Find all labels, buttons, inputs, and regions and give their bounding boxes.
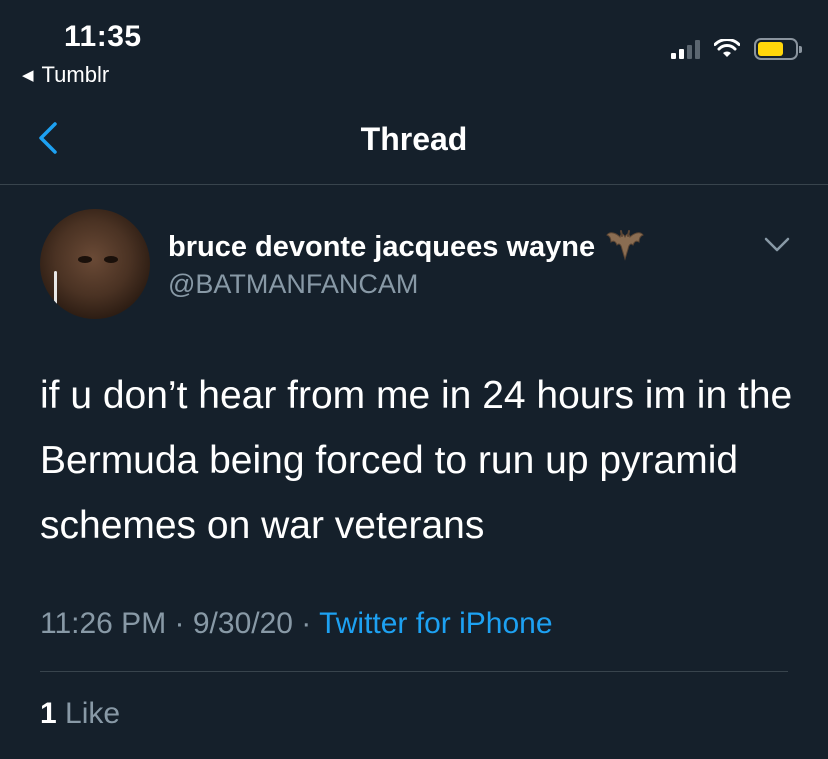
cellular-signal-icon: [671, 39, 700, 59]
likes-count[interactable]: 1 Like: [40, 697, 120, 731]
chevron-down-icon[interactable]: [762, 233, 792, 255]
tweet-time: 11:26 PM: [40, 607, 167, 640]
avatar[interactable]: [40, 209, 150, 319]
status-icons: [671, 38, 802, 60]
tweet-source-link[interactable]: Twitter for iPhone: [319, 607, 552, 640]
author-handle[interactable]: @BATMANFANCAM: [168, 269, 418, 300]
bat-emoji-icon: [605, 227, 645, 268]
wifi-icon: [714, 39, 740, 57]
author-display-name[interactable]: bruce devonte jacquees wayne: [168, 231, 595, 264]
tweet-date: 9/30/20: [192, 607, 293, 640]
back-app-label: Tumblr: [41, 62, 110, 87]
author-name-row[interactable]: bruce devonte jacquees wayne: [168, 227, 645, 268]
divider: [40, 671, 788, 672]
like-label: Like: [65, 697, 121, 730]
back-triangle-icon: ◀: [22, 66, 34, 84]
back-to-app-link[interactable]: ◀ Tumblr: [22, 62, 109, 88]
status-time: 11:35: [64, 20, 142, 53]
status-bar: 11:35 ◀ Tumblr: [0, 0, 828, 96]
tweet-text: if u don’t hear from me in 24 hours im i…: [40, 374, 793, 547]
navigation-bar: Thread: [0, 96, 828, 185]
tweet-metadata: 11:26 PM · 9/30/20 · Twitter for iPhone: [40, 607, 553, 640]
like-count-value: 1: [40, 697, 57, 730]
battery-icon: [754, 38, 802, 60]
page-title: Thread: [360, 121, 468, 157]
